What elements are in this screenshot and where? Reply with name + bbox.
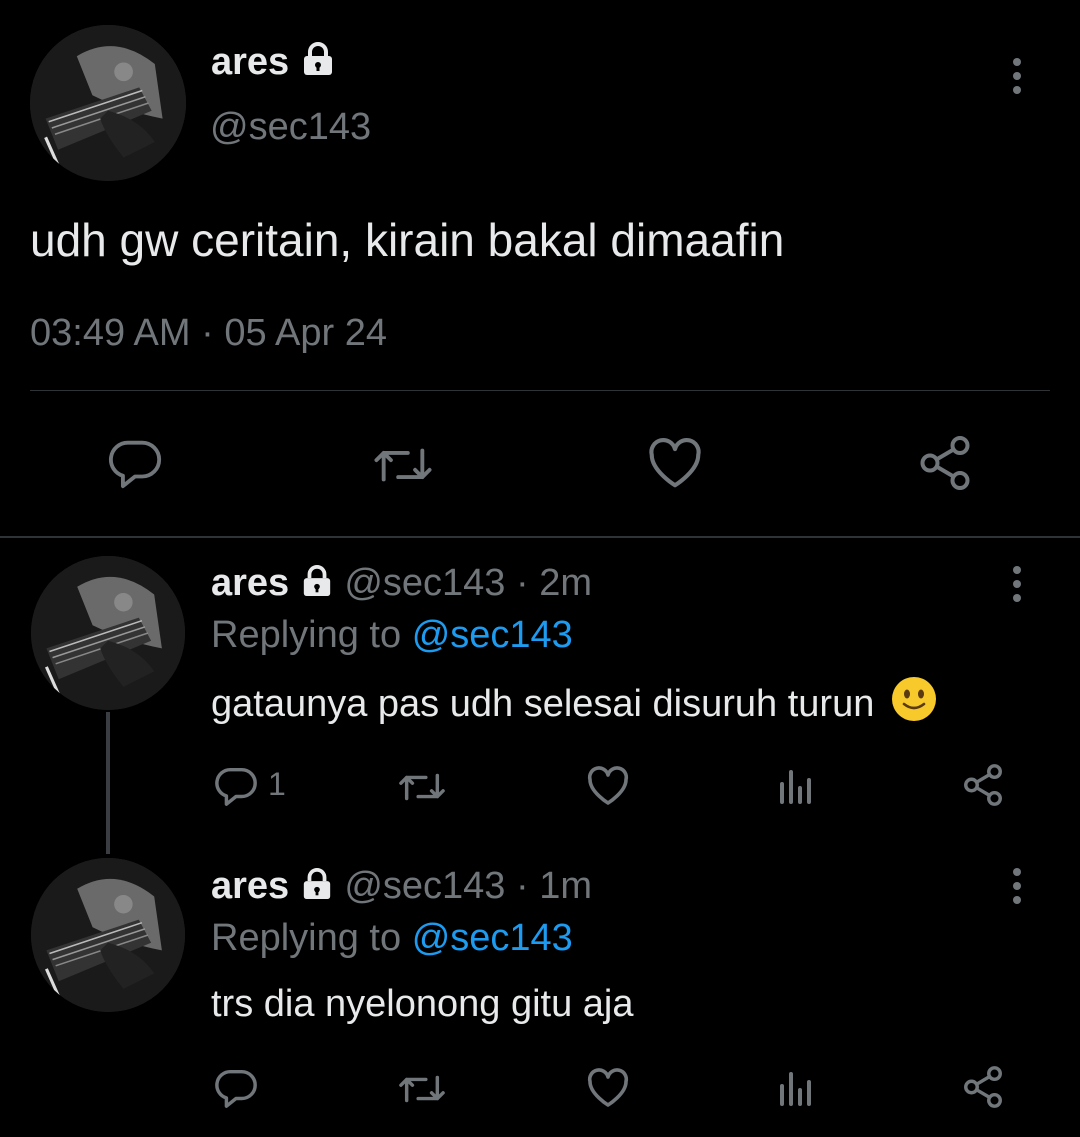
reply-icon[interactable] [106,433,164,491]
display-name[interactable]: ares [211,41,289,83]
share-icon[interactable] [960,1064,1006,1110]
tweet-text: gataunya pas udh selesai disuruh turun [211,683,875,725]
tweet-timestamp: 03:49 AM · 05 Apr 24 [30,312,388,354]
avatar-image [31,556,185,710]
like-icon[interactable] [644,433,706,491]
lock-icon [300,562,334,608]
display-name[interactable]: ares [211,865,289,907]
avatar-image [31,858,185,1012]
divider [30,390,1050,391]
more-options-icon[interactable] [1011,58,1023,100]
reply-icon[interactable] [213,1064,259,1110]
like-icon[interactable] [584,1064,632,1110]
replying-to-label: Replying to [211,917,402,959]
views-icon[interactable] [776,766,816,806]
share-icon[interactable] [960,762,1006,808]
share-icon[interactable] [915,433,975,493]
avatar-image [30,25,186,181]
retweet-icon[interactable] [370,436,436,494]
avatar[interactable] [30,25,186,181]
reply-count: 1 [268,766,286,802]
views-icon[interactable] [776,1068,816,1108]
more-options-icon[interactable] [1011,868,1023,910]
replying-to-label: Replying to [211,614,402,656]
retweet-icon[interactable] [396,1066,448,1112]
display-name[interactable]: ares [211,562,289,604]
handle-time[interactable]: @sec143 · 1m [344,865,592,907]
tweet-text: trs dia nyelonong gitu aja [211,983,634,1025]
avatar[interactable] [31,556,185,710]
thread-line [106,712,110,854]
replying-to-handle[interactable]: @sec143 [412,917,573,959]
retweet-icon[interactable] [396,764,448,810]
tweet-text: udh gw ceritain, kirain bakal dimaafin [30,214,785,266]
like-icon[interactable] [584,762,632,808]
handle-time[interactable]: @sec143 · 2m [344,562,592,604]
section-divider [0,536,1080,538]
reply-icon[interactable] [213,762,259,808]
replying-to-handle[interactable]: @sec143 [412,614,573,656]
avatar[interactable] [31,858,185,1012]
more-options-icon[interactable] [1011,566,1023,608]
lock-icon [300,42,336,86]
handle[interactable]: @sec143 [210,105,371,149]
slightly-smiling-emoji [891,676,937,733]
lock-icon [300,865,334,911]
